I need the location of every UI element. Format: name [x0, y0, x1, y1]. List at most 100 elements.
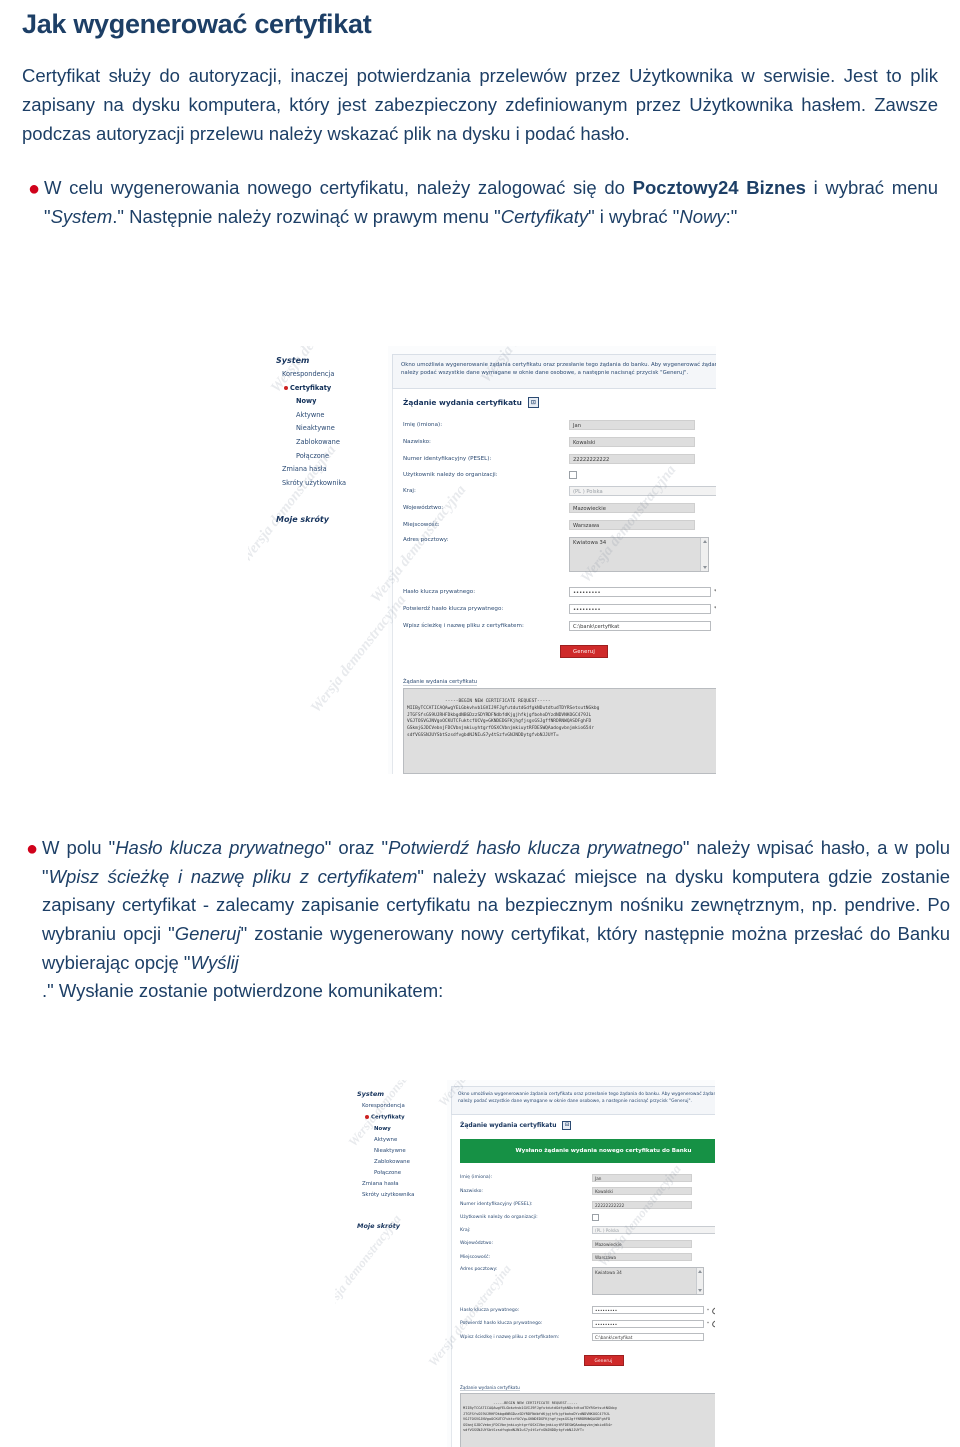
input-imie[interactable]: Jan — [592, 1173, 692, 1182]
select-kraj[interactable]: (PL ) Polska — [592, 1226, 715, 1235]
csr-text: -----BEGIN NEW CERTIFICATE REQUEST----- … — [407, 699, 600, 738]
b2-field-haslo: Hasło klucza prywatnego — [115, 837, 325, 858]
input-nazwisko[interactable]: Kowalski — [569, 436, 695, 447]
info-note: Okno umożliwia wygenerowanie żądania cer… — [392, 354, 716, 389]
help-icon[interactable]: ⊡ — [527, 396, 539, 408]
sidebar-item-polaczone[interactable]: Połączone — [374, 1170, 447, 1176]
screenshot-certificate-sent-confirmation: System Korespondencja Certyfikaty Nowy A… — [335, 1080, 715, 1447]
b1-menu-certyfikaty: Certyfikaty — [500, 206, 589, 228]
textarea-adres[interactable]: Kwiatowa 34 — [569, 536, 709, 572]
textarea-adres[interactable]: Kwiatowa 34 — [592, 1266, 704, 1295]
select-kraj[interactable]: (PL ) Polska — [569, 485, 716, 496]
sidebar-item-certyfikaty[interactable]: Certyfikaty — [284, 384, 388, 392]
sidebar-item-nieaktywne[interactable]: Nieaktywne — [374, 1148, 447, 1154]
label-wojewodztwo: Województwo: — [460, 1241, 493, 1247]
b1-brand: Pocztowy24 Biznes — [632, 177, 806, 199]
label-sciezka: Wpisz ścieżkę i nazwę pliku z certyfikat… — [403, 622, 524, 629]
field-row-organizacja: Użytkownik należy do organizacji: — [403, 470, 716, 479]
label-pesel: Numer identyfikacyjny (PESEL): — [403, 455, 492, 462]
input-haslo[interactable]: ••••••••• — [569, 586, 711, 597]
bullet-item-2: ● W polu "Hasło klucza prywatnego" oraz … — [20, 834, 950, 1006]
info-note-text: Okno umożliwia wygenerowanie żądania cer… — [401, 362, 716, 377]
sidebar-item-korespondencja[interactable]: Korespondencja — [282, 371, 388, 378]
sidebar-item-zmiana-hasla[interactable]: Zmiana hasła — [282, 466, 388, 473]
sidebar-item-nieaktywne[interactable]: Nieaktywne — [296, 425, 388, 432]
label-miejscowosc: Miejscowość: — [403, 521, 440, 528]
sidebar-item-skroty-uzytkownika[interactable]: Skróty użytkownika — [362, 1192, 447, 1198]
sidebar-item-certyfikaty-label: Certyfikaty — [371, 1114, 405, 1121]
checkbox-organizacja[interactable] — [569, 470, 577, 479]
b2-field-sciezka: Wpisz ścieżkę i nazwę pliku z certyfikat… — [48, 865, 418, 887]
sidebar-item-skroty-uzytkownika[interactable]: Skróty użytkownika — [282, 480, 388, 487]
certificate-marker-icon — [365, 1115, 369, 1119]
label-haslo: Hasło klucza prywatnego: — [403, 588, 476, 595]
input-miejscowosc[interactable]: Warszawa — [592, 1253, 692, 1262]
label-imie: Imię (imiona): — [403, 421, 443, 428]
csr-section: Żądanie wydania certyfikatu -----BEGIN N… — [403, 668, 716, 774]
label-potwierdz-haslo: Potwierdź hasło klucza prywatnego: — [460, 1321, 543, 1327]
input-wojewodztwo[interactable]: Mazowieckie — [569, 502, 695, 513]
input-haslo[interactable]: ••••••••• — [592, 1306, 704, 1315]
textarea-scrollbar[interactable] — [700, 537, 708, 571]
input-nazwisko[interactable]: Kowalski — [592, 1187, 692, 1196]
b2-part2: " oraz " — [324, 837, 389, 858]
label-organizacja: Użytkownik należy do organizacji: — [403, 471, 498, 478]
sidebar-item-zablokowane[interactable]: Zablokowane — [296, 439, 388, 446]
sidebar-item-zmiana-hasla[interactable]: Zmiana hasła — [362, 1181, 447, 1187]
field-row-haslo: Hasło klucza prywatnego: ••••••••• * — [403, 586, 716, 597]
input-sciezka[interactable]: C:\bank\certyfikat — [592, 1333, 704, 1342]
app-sidebar: System Korespondencja Certyfikaty Nowy A… — [248, 346, 388, 774]
sidebar-item-aktywne[interactable]: Aktywne — [296, 412, 388, 419]
page-title: Jak wygenerować certyfikat — [22, 9, 372, 39]
b2-part6: ." Wysłanie zostanie potwierdzone komuni… — [42, 980, 444, 1002]
b2-part1: W polu " — [42, 837, 116, 858]
sidebar-item-nowy[interactable]: Nowy — [296, 398, 388, 405]
input-miejscowosc[interactable]: Warszawa — [569, 519, 695, 530]
certificate-marker-icon — [284, 385, 288, 390]
sidebar-group-system: System — [276, 356, 310, 365]
info-note-text: Okno umożliwia wygenerowanie żądania cer… — [458, 1092, 715, 1104]
success-banner: Wysłano żądanie wydania nowego certyfika… — [460, 1138, 715, 1163]
eye-icon[interactable] — [711, 1305, 715, 1316]
input-pesel[interactable]: 22222222222 — [569, 453, 695, 464]
sidebar-item-nowy[interactable]: Nowy — [374, 1126, 447, 1132]
bullet-item-1: ● W celu wygenerowania nowego certyfikat… — [22, 174, 938, 231]
input-potwierdz-haslo[interactable]: ••••••••• — [569, 603, 711, 614]
input-wojewodztwo[interactable]: Mazowieckie — [592, 1239, 692, 1248]
textarea-scrollbar[interactable] — [696, 1267, 703, 1294]
field-row-pesel: Numer identyfikacyjny (PESEL): 222222222… — [460, 1200, 715, 1209]
certificate-request-panel: Żądanie wydania certyfikatu ⊡ Imię (imio… — [392, 388, 716, 774]
input-sciezka[interactable]: C:\bank\certyfikat — [569, 620, 711, 631]
field-row-sciezka: Wpisz ścieżkę i nazwę pliku z certyfikat… — [460, 1333, 715, 1342]
label-kraj: Kraj: — [403, 487, 416, 494]
sidebar-item-korespondencja[interactable]: Korespondencja — [362, 1103, 447, 1109]
eye-icon[interactable] — [711, 1318, 715, 1329]
required-mark-haslo: * — [707, 1307, 709, 1313]
b1-part4: " i wybrać " — [588, 206, 680, 228]
screenshot-certificate-request-form: System Korespondencja Certyfikaty Nowy A… — [248, 346, 716, 774]
certificate-request-panel: Żądanie wydania certyfikatu ⊡ Wysłano żą… — [451, 1114, 715, 1447]
field-row-imie: Imię (imiona): Jan — [403, 419, 716, 430]
sidebar-item-zablokowane[interactable]: Zablokowane — [374, 1159, 447, 1165]
label-potwierdz-haslo: Potwierdź hasło klucza prywatnego: — [403, 605, 504, 612]
sidebar-group-moje-skroty: Moje skróty — [357, 1221, 401, 1230]
input-potwierdz-haslo[interactable]: ••••••••• — [592, 1319, 704, 1328]
csr-textarea[interactable]: -----BEGIN NEW CERTIFICATE REQUEST----- … — [403, 688, 716, 774]
field-row-nazwisko: Nazwisko: Kowalski — [403, 436, 716, 447]
app-main-panel: Okno umożliwia wygenerowanie żądania cer… — [388, 346, 716, 774]
label-pesel: Numer identyfikacyjny (PESEL): — [460, 1202, 533, 1208]
input-imie[interactable]: Jan — [569, 419, 695, 430]
panel-heading-label: Żądanie wydania certyfikatu — [460, 1121, 557, 1129]
checkbox-organizacja[interactable] — [592, 1214, 599, 1221]
label-wojewodztwo: Województwo: — [403, 504, 444, 511]
generuj-button[interactable]: Generuj — [583, 1354, 624, 1366]
csr-label: Żądanie wydania certyfikatu — [403, 679, 478, 687]
sidebar-item-aktywne[interactable]: Aktywne — [374, 1137, 447, 1143]
input-pesel[interactable]: 22222222222 — [592, 1200, 692, 1209]
generuj-button[interactable]: Generuj — [560, 645, 608, 659]
sidebar-item-certyfikaty[interactable]: Certyfikaty — [365, 1115, 447, 1121]
generate-button-row: Generuj — [403, 638, 716, 659]
help-icon[interactable]: ⊡ — [562, 1120, 572, 1130]
field-row-miejscowosc: Miejscowość: Warszawa — [403, 519, 716, 530]
sidebar-item-polaczone[interactable]: Połączone — [296, 452, 388, 460]
